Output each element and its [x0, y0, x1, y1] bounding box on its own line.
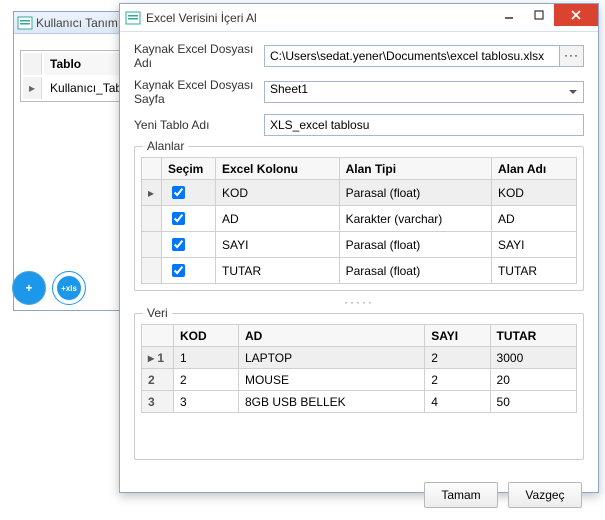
fields-row[interactable]: TUTARParasal (float)TUTAR [142, 258, 577, 284]
col-alan-tipi[interactable]: Alan Tipi [339, 158, 491, 180]
alan-adi-cell[interactable]: TUTAR [491, 258, 576, 284]
col-tutar[interactable]: TUTAR [490, 325, 576, 347]
excel-kolonu-cell[interactable]: KOD [216, 180, 340, 206]
ad-cell[interactable]: 8GB USB BELLEK [238, 391, 424, 413]
import-dialog: Excel Verisini İçeri Al Kaynak Excel Dos… [119, 3, 599, 493]
secim-checkbox[interactable] [172, 264, 185, 277]
col-ad[interactable]: AD [238, 325, 424, 347]
bg-window: Kullanıcı Tanım Tablo ▸Kullanıcı_Tablos [13, 11, 136, 311]
fields-grid: Seçim Excel Kolonu Alan Tipi Alan Adı ▸ K… [141, 157, 577, 284]
bg-toolbar: + +xls [12, 271, 86, 305]
row-header: 2 [142, 369, 174, 391]
kod-cell[interactable]: 1 [174, 347, 239, 369]
row-header: ▸ 1 [142, 347, 174, 369]
import-xls-button[interactable]: +xls [52, 271, 86, 305]
kod-cell[interactable]: 2 [174, 369, 239, 391]
col-kod[interactable]: KOD [174, 325, 239, 347]
excel-kolonu-cell[interactable]: SAYI [216, 232, 340, 258]
ad-cell[interactable]: LAPTOP [238, 347, 424, 369]
row-indicator [142, 206, 162, 232]
alan-tipi-cell[interactable]: Parasal (float) [339, 232, 491, 258]
excel-kolonu-cell[interactable]: TUTAR [216, 258, 340, 284]
dialog-titlebar: Excel Verisini İçeri Al [120, 4, 598, 32]
browse-button[interactable]: ··· [560, 45, 584, 67]
tutar-cell[interactable]: 50 [490, 391, 576, 413]
alan-tipi-cell[interactable]: Parasal (float) [339, 180, 491, 206]
sayi-cell[interactable]: 2 [425, 369, 490, 391]
minimize-button[interactable] [494, 4, 524, 26]
tutar-cell[interactable]: 20 [490, 369, 576, 391]
alan-adi-cell[interactable]: KOD [491, 180, 576, 206]
col-alan-adi[interactable]: Alan Adı [491, 158, 576, 180]
col-secim[interactable]: Seçim [162, 158, 216, 180]
ok-button[interactable]: Tamam [424, 482, 498, 508]
data-group: Veri KOD AD SAYI TUTAR ▸ 11LAPTOP2300022… [134, 313, 584, 460]
row-indicator [142, 232, 162, 258]
sayi-cell[interactable]: 4 [425, 391, 490, 413]
dialog-title: Excel Verisini İçeri Al [146, 11, 257, 25]
secim-cell[interactable] [162, 258, 216, 284]
excel-kolonu-cell[interactable]: AD [216, 206, 340, 232]
fields-group: Alanlar Seçim Excel Kolonu Alan Tipi Ala… [134, 146, 584, 291]
col-sayi[interactable]: SAYI [425, 325, 490, 347]
sayi-cell[interactable]: 2 [425, 347, 490, 369]
fields-group-title: Alanlar [143, 139, 188, 153]
secim-checkbox[interactable] [172, 186, 185, 199]
row-indicator: ▸ [142, 180, 162, 206]
fields-row[interactable]: SAYIParasal (float)SAYI [142, 232, 577, 258]
alan-adi-cell[interactable]: AD [491, 206, 576, 232]
bg-window-title: Kullanıcı Tanım [14, 12, 135, 34]
dialog-icon [125, 10, 141, 26]
secim-checkbox[interactable] [172, 238, 185, 251]
data-row[interactable]: ▸ 11LAPTOP23000 [142, 347, 577, 369]
new-table-label: Yeni Tablo Adı [134, 118, 264, 132]
close-button[interactable] [554, 4, 598, 26]
tutar-cell[interactable]: 3000 [490, 347, 576, 369]
col-excel-kolonu[interactable]: Excel Kolonu [216, 158, 340, 180]
app-icon [17, 15, 33, 31]
secim-cell[interactable] [162, 232, 216, 258]
alan-tipi-cell[interactable]: Karakter (varchar) [339, 206, 491, 232]
data-row[interactable]: 338GB USB BELLEK450 [142, 391, 577, 413]
fields-row[interactable]: ▸ KODParasal (float)KOD [142, 180, 577, 206]
row-indicator [142, 258, 162, 284]
kod-cell[interactable]: 3 [174, 391, 239, 413]
maximize-button[interactable] [524, 4, 554, 26]
separator-dots[interactable]: ····· [134, 295, 584, 309]
secim-cell[interactable] [162, 180, 216, 206]
fields-row[interactable]: ADKarakter (varchar)AD [142, 206, 577, 232]
add-button[interactable]: + [12, 271, 46, 305]
src-sheet-label: Kaynak Excel Dosyası Sayfa [134, 78, 264, 106]
row-header: 3 [142, 391, 174, 413]
secim-cell[interactable] [162, 206, 216, 232]
cancel-button[interactable]: Vazgeç [508, 482, 582, 508]
new-table-input[interactable] [264, 114, 584, 136]
data-group-title: Veri [143, 306, 172, 320]
secim-checkbox[interactable] [172, 212, 185, 225]
src-sheet-select[interactable]: Sheet1 [264, 81, 584, 103]
data-grid: KOD AD SAYI TUTAR ▸ 11LAPTOP2300022MOUSE… [141, 324, 577, 413]
row-indicator: ▸ [23, 77, 42, 99]
data-row[interactable]: 22MOUSE220 [142, 369, 577, 391]
src-file-label: Kaynak Excel Dosyası Adı [134, 42, 264, 70]
bg-window-title-text: Kullanıcı Tanım [36, 16, 118, 30]
src-file-input[interactable] [264, 45, 560, 67]
alan-tipi-cell[interactable]: Parasal (float) [339, 258, 491, 284]
ad-cell[interactable]: MOUSE [238, 369, 424, 391]
alan-adi-cell[interactable]: SAYI [491, 232, 576, 258]
